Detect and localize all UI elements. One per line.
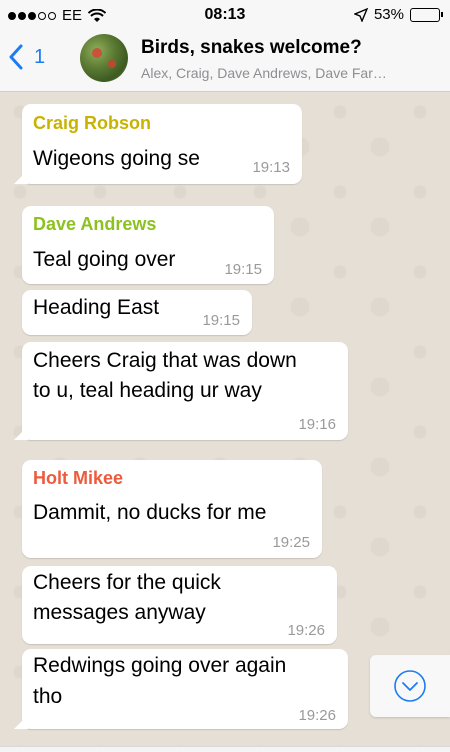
message-text: to u, teal heading ur way: [33, 379, 262, 402]
message-bubble[interactable]: Cheers Craig that was down to u, teal he…: [14, 342, 348, 440]
chevron-left-icon: [9, 44, 23, 70]
message-text: Cheers for the quick: [33, 571, 221, 594]
battery-percent: 53%: [373, 6, 404, 23]
group-title[interactable]: Birds, snakes welcome?: [141, 37, 362, 59]
message-input-bar[interactable]: [0, 746, 450, 752]
message-time: 19:25: [272, 534, 310, 551]
message-text: Teal going over: [33, 248, 176, 271]
message-bubble[interactable]: Holt Mikee Dammit, no ducks for me 19:25: [22, 460, 322, 558]
message-bubble[interactable]: Dave Andrews Teal going over 19:15: [22, 206, 274, 284]
group-avatar[interactable]: [80, 34, 128, 82]
location-arrow-icon: [353, 7, 368, 22]
message-bubble[interactable]: Cheers for the quick messages anyway 19:…: [22, 566, 337, 644]
message-sender: Craig Robson: [33, 113, 152, 133]
message-text: messages anyway: [33, 601, 206, 624]
message-time: 19:13: [252, 159, 290, 176]
message-bubble[interactable]: Heading East 19:15: [22, 290, 252, 335]
scroll-to-bottom-button[interactable]: [370, 655, 450, 717]
message-bubble[interactable]: Redwings going over again tho 19:26: [14, 649, 348, 729]
message-list[interactable]: Craig Robson Wigeons going se 19:13 Dave…: [0, 92, 450, 752]
message-time: 19:26: [298, 707, 336, 724]
back-button[interactable]: 1: [8, 44, 45, 70]
message-text: Cheers Craig that was down: [33, 349, 297, 372]
message-sender: Holt Mikee: [33, 468, 124, 488]
message-text: Redwings going over again: [33, 654, 287, 677]
battery-icon: [410, 7, 443, 22]
message-text: Wigeons going se: [33, 147, 200, 170]
message-time: 19:16: [298, 416, 336, 433]
message-text: Heading East: [33, 296, 160, 319]
message-sender: Dave Andrews: [33, 214, 157, 234]
status-bar: EE 08:13 53%: [0, 0, 450, 30]
message-time: 19:15: [202, 312, 240, 329]
message-bubble[interactable]: Craig Robson Wigeons going se 19:13: [14, 104, 302, 184]
back-count: 1: [34, 45, 46, 68]
message-text: tho: [33, 685, 63, 708]
message-time: 19:15: [224, 261, 262, 278]
message-time: 19:26: [287, 622, 325, 639]
message-text: Dammit, no ducks for me: [33, 501, 267, 524]
group-members[interactable]: Alex, Craig, Dave Andrews, Dave Far…: [141, 65, 441, 81]
chevron-down-circle-icon: [394, 670, 426, 702]
chat-header: 1 Birds, snakes welcome? Alex, Craig, Da…: [0, 30, 450, 92]
